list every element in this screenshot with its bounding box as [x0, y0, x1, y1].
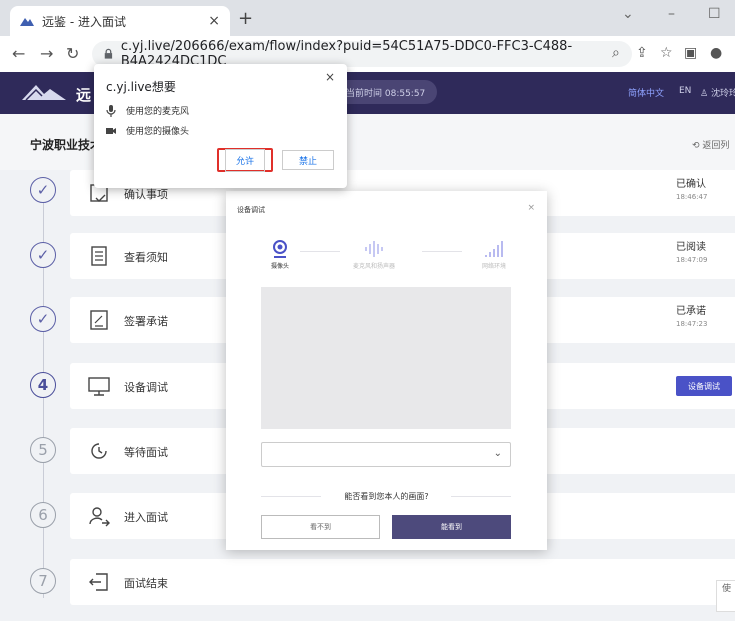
status-time: 18:46:47: [676, 193, 708, 201]
back-label: 返回列: [702, 141, 730, 151]
bookmark-star-icon[interactable]: ☆: [660, 45, 673, 61]
mic-permission-row: 使用您的麦克风: [106, 104, 189, 117]
allow-button-highlight: 允许: [217, 148, 273, 172]
side-panel-icon[interactable]: ▣: [684, 45, 697, 61]
video-camera-icon: [106, 127, 116, 134]
clock-refresh-icon: [91, 443, 107, 459]
camera-permission-row: 使用您的摄像头: [106, 124, 189, 137]
tab-title: 远鉴 - 进入面试: [42, 14, 126, 29]
step-camera-label: 摄像头: [270, 263, 289, 270]
permission-close-icon[interactable]: ×: [325, 70, 335, 84]
step-5-number: 5: [30, 437, 56, 463]
step-4-number: 4: [30, 372, 56, 398]
device-step-mic[interactable]: 麦克风和扬声器: [340, 239, 408, 270]
notice-doc-icon: [91, 246, 107, 266]
device-test-button[interactable]: 设备调试: [676, 376, 732, 396]
exit-arrow-icon: [89, 573, 108, 591]
device-step-camera[interactable]: 摄像头: [260, 239, 300, 270]
status-text: 已承诺: [676, 306, 706, 317]
new-tab-button[interactable]: +: [238, 8, 253, 29]
step-network-label: 网络环境: [481, 263, 506, 270]
user-name: 沈玲玲: [710, 89, 735, 99]
org-name: 宁波职业技术: [30, 138, 103, 152]
current-time-badge: 当前时间 08:55:57: [336, 80, 438, 104]
chevron-down-icon: ⌄: [493, 448, 502, 459]
help-float-button[interactable]: 使: [716, 580, 735, 612]
permission-popup: c.yj.live想要 × 使用您的麦克风 使用您的摄像头 允许 禁止: [94, 64, 347, 188]
step-3-check-icon: ✓: [30, 306, 56, 332]
step-label: 设备调试: [124, 381, 168, 394]
step-connector: [300, 251, 340, 252]
back-to-list-link[interactable]: ⟲ 返回列: [692, 138, 729, 151]
status-time: 18:47:09: [676, 256, 708, 264]
mic-permission-text: 使用您的麦克风: [126, 107, 190, 117]
sign-doc-icon: [90, 310, 108, 330]
step-status: 已承诺 18:47:23: [676, 306, 707, 330]
device-step-network[interactable]: 网络环境: [472, 239, 516, 270]
camera-select[interactable]: ⌄: [261, 442, 511, 467]
step-7-number: 7: [30, 568, 56, 594]
zoom-icon[interactable]: ⌕: [612, 45, 620, 61]
browser-tab[interactable]: 远鉴 - 进入面试 ×: [10, 6, 230, 36]
allow-button[interactable]: 允许: [224, 148, 265, 172]
minimize-icon[interactable]: –: [668, 6, 675, 22]
step-label: 确认事项: [124, 188, 168, 201]
step-end[interactable]: 面试结束: [70, 559, 735, 605]
block-button[interactable]: 禁止: [282, 150, 334, 170]
status-text: 已确认: [676, 179, 706, 190]
tab-close-icon[interactable]: ×: [208, 13, 220, 29]
step-label: 查看须知: [124, 251, 168, 264]
reload-icon[interactable]: ↻: [66, 44, 79, 63]
browser-tab-bar: 远鉴 - 进入面试 × + ⌄ – ☐: [0, 0, 735, 36]
step-status: 已阅读 18:47:09: [676, 242, 707, 266]
signal-bars-icon: [485, 241, 503, 257]
status-time: 18:47:23: [676, 320, 708, 328]
tab-search-icon[interactable]: ⌄: [622, 6, 634, 22]
step-mic-label: 麦克风和扬声器: [352, 263, 395, 270]
maximize-icon[interactable]: ☐: [708, 6, 721, 22]
step-2-check-icon: ✓: [30, 242, 56, 268]
divider: [451, 496, 511, 497]
audio-wave-icon: [365, 241, 383, 257]
lang-en-button[interactable]: EN: [679, 86, 691, 96]
mountain-favicon-icon: [20, 18, 34, 26]
cannot-see-button[interactable]: 看不到: [261, 515, 380, 539]
step-status: 已确认 18:46:47: [676, 179, 707, 203]
can-see-button[interactable]: 能看到: [392, 515, 511, 539]
help-label: 使: [721, 584, 731, 594]
camera-preview: [261, 287, 511, 429]
step-1-check-icon: ✓: [30, 177, 56, 203]
back-arrow-icon[interactable]: ←: [12, 44, 25, 63]
share-icon[interactable]: ⇪: [636, 45, 648, 61]
permission-site: c.yj.live想要: [106, 80, 176, 94]
profile-avatar-icon[interactable]: ●: [710, 45, 722, 61]
lock-icon: [104, 48, 113, 59]
dialog-close-icon[interactable]: ×: [527, 203, 535, 213]
forward-arrow-icon[interactable]: →: [40, 44, 53, 63]
device-test-dialog: 设备调试 × 摄像头 麦克风和扬声器 网络环境 ⌄ 能否看到您本人的画面? 看不…: [226, 191, 547, 550]
step-label: 进入面试: [124, 511, 168, 524]
brand-name: 远: [76, 86, 92, 104]
step-6-number: 6: [30, 502, 56, 528]
user-enter-icon: [89, 507, 110, 527]
lang-cn-button[interactable]: 简体中文: [628, 86, 664, 99]
step-label: 等待面试: [124, 446, 168, 459]
dialog-title: 设备调试: [237, 206, 265, 214]
status-text: 已阅读: [676, 242, 706, 253]
logo-mountain-icon: [22, 85, 66, 101]
step-label: 签署承诺: [124, 315, 168, 328]
monitor-camera-icon: [88, 377, 110, 396]
user-menu[interactable]: ♙ 沈玲玲: [700, 86, 735, 99]
step-connector: [422, 251, 462, 252]
microphone-icon: [106, 104, 116, 117]
webcam-icon: [273, 240, 287, 258]
current-time-text: 当前时间 08:55:57: [346, 88, 426, 99]
step-label: 面试结束: [124, 577, 168, 590]
camera-permission-text: 使用您的摄像头: [126, 127, 190, 137]
